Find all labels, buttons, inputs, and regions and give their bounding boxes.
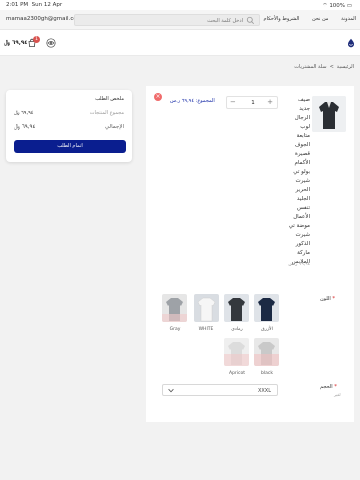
store-logo[interactable]: [346, 38, 356, 48]
color-swatch-gray-dark[interactable]: [224, 294, 249, 322]
summary-title: ملخص الطلب: [95, 96, 124, 102]
color-swatch-gray[interactable]: [162, 294, 187, 322]
status-battery: ⌔ 100% ▭: [322, 3, 352, 9]
order-summary: ملخص الطلب مجموع المنتجات ٦٩,٩٤ ﷼ الإجما…: [6, 90, 132, 162]
color-swatch-white[interactable]: [194, 294, 219, 322]
color-swatch-apricot[interactable]: [224, 338, 249, 366]
checkout-button[interactable]: اتمام الطلب: [14, 140, 126, 153]
nav-link-blog[interactable]: المدونة: [341, 16, 356, 22]
chevron-down-icon: [168, 388, 174, 393]
user-email[interactable]: mamaa2300gh@gmail.com: [6, 16, 82, 22]
search-input[interactable]: [93, 16, 243, 25]
total-label: الإجمالي: [104, 124, 124, 130]
breadcrumb: الرئيسية>سلة المشتريات: [294, 64, 354, 70]
remove-item-button[interactable]: ×: [154, 93, 162, 101]
subtotal-label: مجموع المنتجات: [89, 110, 124, 116]
site-header: ٦٩,٩٤ ﷼ 1: [0, 30, 360, 56]
color-caption-gray-dark: رمادي: [231, 327, 243, 332]
color-caption-gray: Gray: [169, 327, 181, 332]
eye-icon[interactable]: [46, 38, 56, 48]
cart-count-badge: 1: [33, 36, 40, 43]
nav-link-terms[interactable]: الشروط والأحكام: [264, 16, 300, 22]
color-caption-apricot: Apricot: [228, 371, 246, 376]
quantity-stepper: − 1 +: [226, 96, 278, 109]
size-label: الحجم *: [320, 384, 337, 390]
product-unit-price: ٦٩,٩٤ ر.س: [288, 262, 310, 267]
breadcrumb-separator: >: [329, 64, 334, 70]
wifi-icon: ⌔: [322, 3, 328, 9]
product-name[interactable]: صيف جديد الرجال لوب متابعة الجوف قصيرة ا…: [288, 96, 310, 267]
quantity-increase-button[interactable]: +: [267, 98, 273, 106]
breadcrumb-current: سلة المشتريات: [294, 64, 327, 70]
cart-item-card: صيف جديد الرجال لوب متابعة الجوف قصيرة ا…: [146, 86, 354, 422]
status-bar: 2:01 PM Sun 12 Apr ⌔ 100% ▭: [0, 0, 360, 10]
subtotal-value: ٦٩,٩٤ ﷼: [14, 110, 34, 116]
size-hint: لغير: [334, 392, 341, 397]
color-label: اللون *: [320, 296, 336, 302]
status-time-date: 2:01 PM Sun 12 Apr: [6, 2, 63, 8]
top-nav: mamaa2300gh@gmail.com المدونة من نحن الش…: [0, 10, 360, 30]
color-caption-blue: الأزرق: [261, 327, 273, 332]
header-cart-total[interactable]: ٦٩,٩٤ ﷼: [4, 40, 28, 47]
color-swatch-blue[interactable]: [254, 294, 279, 322]
product-thumbnail[interactable]: [312, 96, 346, 132]
breadcrumb-home[interactable]: الرئيسية: [337, 64, 354, 70]
color-caption-black: black: [261, 371, 273, 376]
size-select[interactable]: XXXL: [162, 384, 278, 396]
quantity-decrease-button[interactable]: −: [230, 98, 236, 106]
nav-links: المدونة من نحن الشروط والأحكام: [253, 16, 357, 22]
nav-link-about[interactable]: من نحن: [312, 16, 329, 22]
color-caption-white: WHITE: [198, 327, 214, 332]
item-total: المجموع: ٦٩,٩٤ ر.س: [170, 98, 215, 104]
size-selected-value: XXXL: [257, 388, 271, 394]
search-box[interactable]: [74, 14, 260, 26]
color-swatch-black[interactable]: [254, 338, 279, 366]
quantity-value[interactable]: 1: [248, 100, 258, 106]
total-value: ٦٩,٩٤ ﷼: [14, 124, 36, 130]
